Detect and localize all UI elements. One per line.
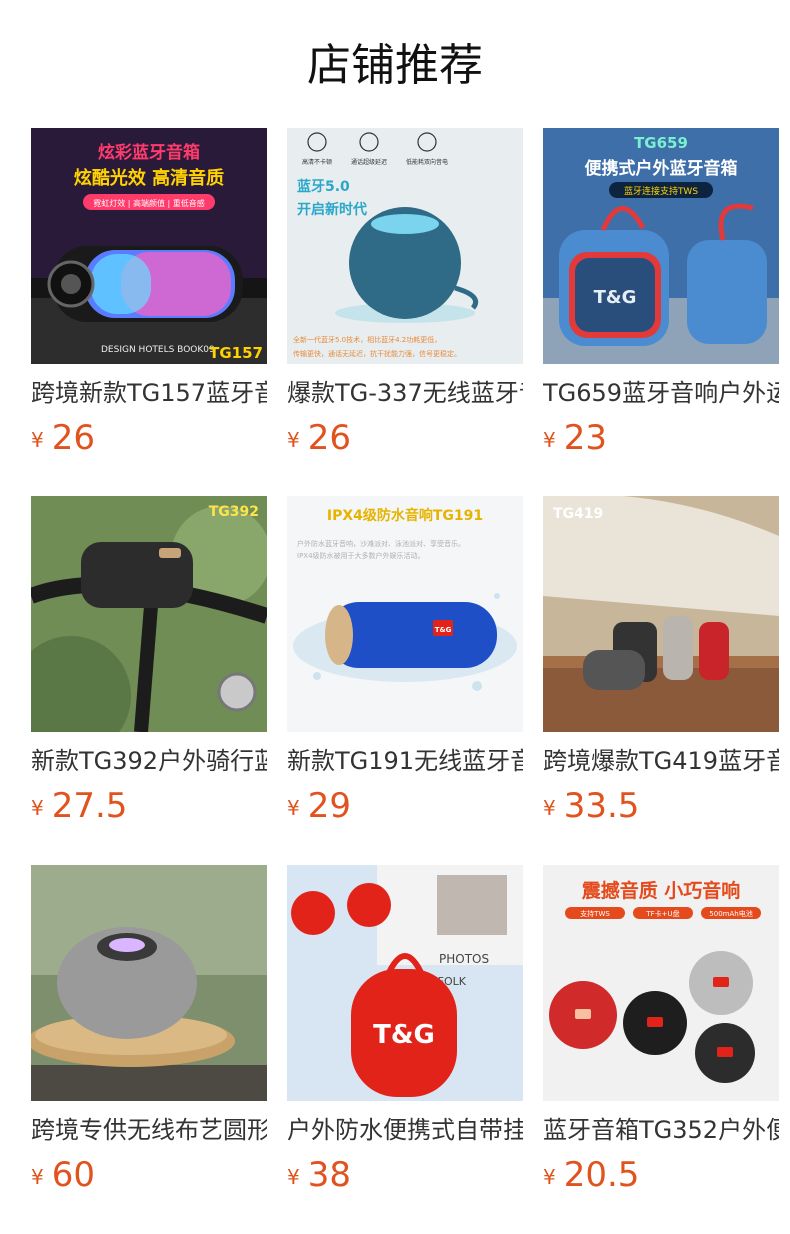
image-caption-3: 低能耗双向音电 [406, 158, 448, 166]
product-name[interactable]: 跨境新款TG157蓝牙音箱 [31, 376, 267, 410]
price-value: 27.5 [51, 786, 128, 826]
svg-text:T&G: T&G [594, 287, 637, 308]
product-name[interactable]: 户外防水便携式自带挂钩 [287, 1113, 523, 1147]
image-caption-6: 全新一代蓝牙5.0技术，相比蓝牙4.2功耗更低， [293, 335, 441, 344]
product-card[interactable]: 高清不卡顿 通话超级延迟 低能耗双向音电 蓝牙5.0 开启新时代 全新一代蓝牙5… [287, 128, 523, 458]
image-caption-4: 500mAh电池 [709, 909, 752, 918]
currency-symbol: ¥ [287, 428, 300, 452]
product-name[interactable]: 新款TG392户外骑行蓝牙 [31, 744, 267, 778]
image-caption-5: 开启新时代 [297, 201, 367, 218]
currency-symbol: ¥ [543, 796, 556, 820]
currency-symbol: ¥ [543, 1165, 556, 1189]
product-image[interactable]: 震撼音质 小巧音响 支持TWS TF卡+U盘 500mAh电池 [543, 865, 779, 1101]
image-caption-4: 蓝牙5.0 [297, 178, 350, 195]
currency-symbol: ¥ [287, 796, 300, 820]
product-card[interactable]: PHOTOS KINFOLK T&G 户外防水便携式自带挂钩 ¥38 [287, 865, 523, 1195]
image-caption-1: TG392 [209, 504, 259, 520]
product-image[interactable]: 炫彩蓝牙音箱 炫酷光效 高清音质 霓虹灯效 | 高端颜值 | 重低音感 DESI… [31, 128, 267, 364]
product-price: ¥26 [287, 418, 351, 458]
image-caption-7: 传输更快，通话无延迟，抗干扰能力强，信号更稳定。 [293, 349, 461, 358]
product-card[interactable]: 炫彩蓝牙音箱 炫酷光效 高清音质 霓虹灯效 | 高端颜值 | 重低音感 DESI… [31, 128, 267, 458]
price-value: 23 [563, 418, 607, 458]
product-price: ¥26 [31, 418, 95, 458]
product-price: ¥29 [287, 786, 351, 826]
svg-text:T&G: T&G [435, 626, 452, 634]
image-caption-1: TG659 [634, 134, 688, 152]
product-price: ¥23 [543, 418, 607, 458]
image-caption-2: 通话超级延迟 [351, 158, 387, 166]
image-caption-3: TF卡+U盘 [645, 909, 679, 918]
price-value: 38 [307, 1155, 351, 1195]
price-value: 29 [307, 786, 351, 826]
image-caption-3: 蓝牙连接支持TWS [624, 185, 698, 197]
product-price: ¥60 [31, 1155, 95, 1195]
image-caption-2: 支持TWS [580, 909, 610, 918]
product-image[interactable]: IPX4级防水音响TG191 户外防水蓝牙音响，沙滩派对、泳池派对、享受音乐。 … [287, 496, 523, 732]
product-price: ¥38 [287, 1155, 351, 1195]
currency-symbol: ¥ [31, 796, 44, 820]
price-value: 33.5 [563, 786, 640, 826]
product-image[interactable]: TG659 便携式户外蓝牙音箱 蓝牙连接支持TWS T&G [543, 128, 779, 364]
currency-symbol: ¥ [31, 428, 44, 452]
product-name[interactable]: TG659蓝牙音响户外运动 [543, 376, 779, 410]
product-card[interactable]: IPX4级防水音响TG191 户外防水蓝牙音响，沙滩派对、泳池派对、享受音乐。 … [287, 496, 523, 826]
product-card[interactable]: 震撼音质 小巧音响 支持TWS TF卡+U盘 500mAh电池 蓝牙音箱TG35… [543, 865, 779, 1195]
product-card[interactable]: TG392 新款TG392户外骑行蓝牙 ¥27.5 [31, 496, 267, 826]
product-image[interactable]: 高清不卡顿 通话超级延迟 低能耗双向音电 蓝牙5.0 开启新时代 全新一代蓝牙5… [287, 128, 523, 364]
product-card[interactable]: TG659 便携式户外蓝牙音箱 蓝牙连接支持TWS T&G TG659蓝牙音响户… [543, 128, 779, 458]
image-caption-1: T&G [373, 1020, 435, 1050]
product-image[interactable]: PHOTOS KINFOLK T&G [287, 865, 523, 1101]
product-name[interactable]: 蓝牙音箱TG352户外便携 [543, 1113, 779, 1147]
product-price: ¥33.5 [543, 786, 639, 826]
price-value: 60 [51, 1155, 95, 1195]
image-caption-1: 震撼音质 小巧音响 [582, 879, 741, 902]
image-caption-1: 炫彩蓝牙音箱 [98, 142, 200, 163]
currency-symbol: ¥ [287, 1165, 300, 1189]
image-caption-1: IPX4级防水音响TG191 [327, 507, 483, 524]
product-name[interactable]: 爆款TG-337无线蓝牙音箱 [287, 376, 523, 410]
product-card[interactable]: TG419 跨境爆款TG419蓝牙音箱 ¥33.5 [543, 496, 779, 826]
price-value: 20.5 [563, 1155, 640, 1195]
image-caption-3: IPX4级防水被用于大多数户外娱乐活动。 [297, 551, 425, 560]
image-caption-3: 霓虹灯效 | 高端颜值 | 重低音感 [93, 198, 205, 208]
product-name[interactable]: 新款TG191无线蓝牙音箱 [287, 744, 523, 778]
product-price: ¥20.5 [543, 1155, 639, 1195]
page-title: 店铺推荐 [307, 40, 483, 91]
image-caption-2: 便携式户外蓝牙音箱 [585, 158, 738, 179]
product-image[interactable]: TG419 [543, 496, 779, 732]
image-caption-1: 高清不卡顿 [302, 158, 332, 166]
product-image[interactable]: TG392 [31, 496, 267, 732]
product-image[interactable] [31, 865, 267, 1101]
image-caption-4: TG157 [209, 344, 263, 362]
image-caption-1: TG419 [553, 506, 603, 522]
currency-symbol: ¥ [31, 1165, 44, 1189]
currency-symbol: ¥ [543, 428, 556, 452]
price-value: 26 [307, 418, 351, 458]
image-caption-2: 炫酷光效 高清音质 [74, 167, 224, 189]
image-caption-5: DESIGN HOTELS BOOK09 [101, 345, 215, 355]
image-caption-2: PHOTOS [439, 952, 489, 966]
price-value: 26 [51, 418, 95, 458]
product-card[interactable]: 跨境专供无线布艺圆形音箱 ¥60 [31, 865, 267, 1195]
image-caption-2: 户外防水蓝牙音响，沙滩派对、泳池派对、享受音乐。 [297, 539, 465, 548]
product-name[interactable]: 跨境专供无线布艺圆形音箱 [31, 1113, 267, 1147]
product-price: ¥27.5 [31, 786, 127, 826]
product-name[interactable]: 跨境爆款TG419蓝牙音箱 [543, 744, 779, 778]
